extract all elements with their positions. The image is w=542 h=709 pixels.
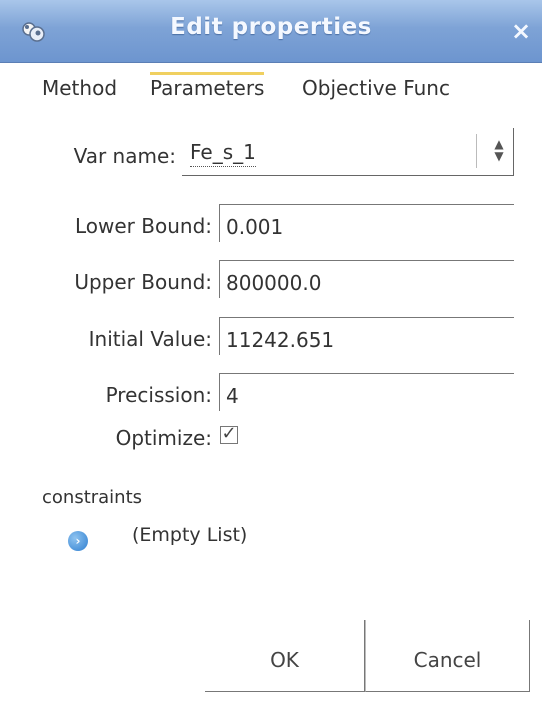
initial-value-label: Initial Value: [88, 327, 212, 351]
var-name-combobox[interactable]: Fe_s_1 ▲ ▼ [182, 128, 514, 176]
expand-arrow-icon[interactable]: › [68, 531, 88, 551]
tab-bar: Method Parameters Objective Func [0, 62, 542, 122]
upper-bound-label: Upper Bound: [74, 270, 212, 294]
var-name-label: Var name: [73, 144, 176, 168]
constraints-label: constraints [42, 487, 143, 508]
lower-bound-label: Lower Bound: [74, 214, 212, 238]
optimize-checkbox[interactable]: ✓ [220, 423, 238, 444]
title-bar[interactable]: Edit properties × [0, 0, 542, 63]
combo-separator [476, 134, 477, 168]
lower-bound-input[interactable]: 0.001 [219, 204, 514, 242]
constraints-empty-text: (Empty List) [132, 524, 248, 546]
tab-method[interactable]: Method [42, 76, 117, 100]
tab-objective-func[interactable]: Objective Func [302, 76, 450, 100]
var-name-value: Fe_s_1 [190, 140, 256, 167]
close-icon[interactable]: × [508, 18, 534, 44]
ok-button[interactable]: OK [205, 620, 365, 692]
optimize-label: Optimize: [115, 426, 212, 450]
precision-label: Precission: [105, 383, 212, 407]
tab-parameters[interactable]: Parameters [150, 72, 265, 100]
initial-value-input[interactable]: 11242.651 [219, 317, 514, 355]
cancel-button[interactable]: Cancel [365, 620, 530, 692]
up-down-arrows-icon[interactable]: ▲ ▼ [491, 138, 507, 164]
precision-input[interactable]: 4 [219, 373, 514, 411]
checkmark-icon: ✓ [221, 423, 237, 444]
upper-bound-input[interactable]: 800000.0 [219, 260, 514, 298]
window-title: Edit properties [170, 14, 372, 40]
edit-properties-dialog: Edit properties × Method Parameters Obje… [0, 0, 542, 709]
